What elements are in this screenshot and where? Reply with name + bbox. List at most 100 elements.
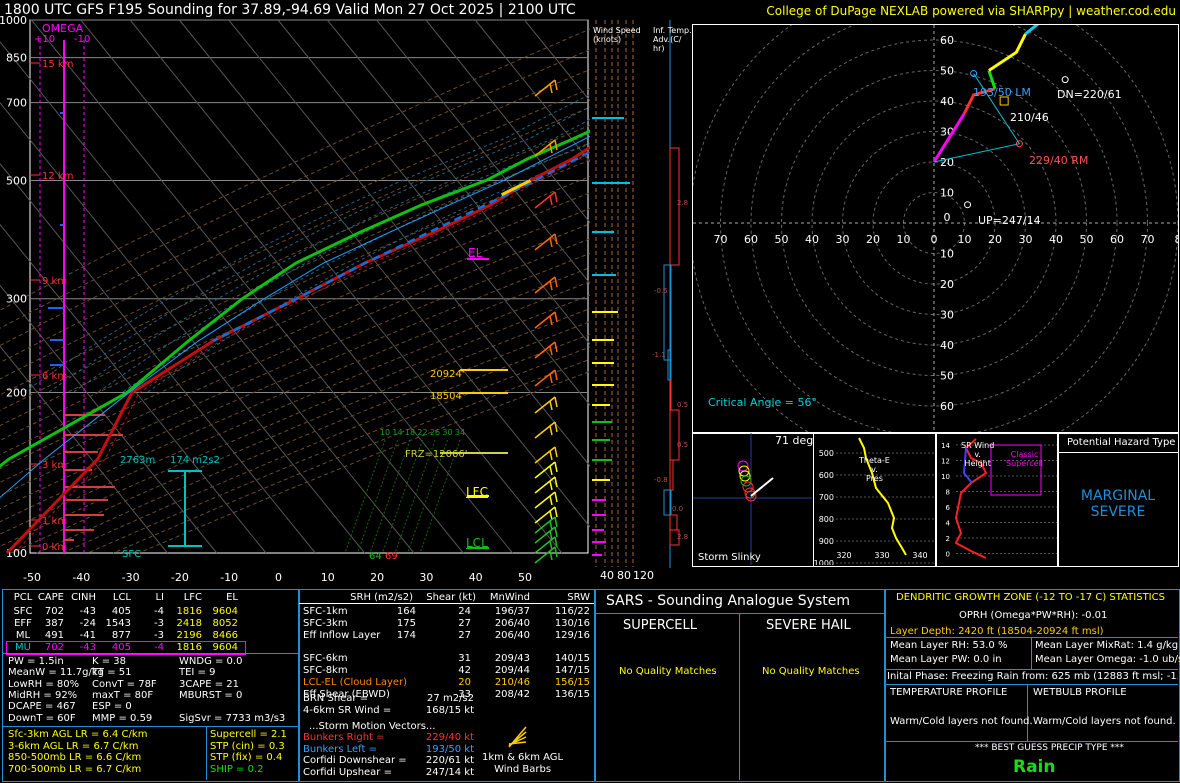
kin-cell: 156/15 xyxy=(554,676,590,688)
srw-ytick-6: 2 xyxy=(946,535,950,543)
hodo-ring-80 xyxy=(693,25,1178,432)
theta-ytick-3: 800 xyxy=(819,515,834,524)
isotherm xyxy=(474,19,590,163)
wind-barb-flag xyxy=(554,421,558,433)
hodo-ytick-8: 20 xyxy=(940,278,954,291)
wind-speed-title: Wind Speed (knots) xyxy=(593,26,641,44)
index-divider xyxy=(3,726,298,727)
wind-barb-flag xyxy=(554,446,558,458)
dgz-depth: Layer Depth: 2420 ft (18504-20924 ft msl… xyxy=(890,626,1104,637)
dry-adiabat xyxy=(61,333,590,554)
inflow-srh: 174 m2s2 xyxy=(170,455,220,466)
theta-e-chart: 500 600 700 800 900 1000320 330 340 xyxy=(814,437,935,565)
wind-barb-flag xyxy=(549,465,553,476)
theta-ytick-5: 1000 xyxy=(814,559,834,565)
parcel-cell: -41 xyxy=(79,630,96,641)
motion-label: Bunkers Right = xyxy=(303,732,385,743)
kin-cell: 209/44 xyxy=(494,665,530,676)
hodo-xtick-left-6: 10 xyxy=(897,233,911,246)
dry-adiabat xyxy=(0,238,590,497)
hodo-xtick-left-0: 70 xyxy=(714,233,728,246)
wind-barb-shaft xyxy=(534,341,556,359)
kin-cell: 164 xyxy=(396,606,416,617)
mixing-label-18: 18 xyxy=(405,428,415,437)
height-label-3: 6 km xyxy=(42,371,67,382)
wind-barb-flag xyxy=(554,396,558,408)
parcel-cell: 9604 xyxy=(212,642,238,653)
brn-label: BRN Shear = xyxy=(303,693,369,704)
kin-cell: Eff Inflow Layer xyxy=(303,629,381,641)
level-18504: 18504' xyxy=(430,391,465,402)
parcel-cell: 491 xyxy=(44,630,64,641)
isotherm xyxy=(80,19,513,554)
adv-value-1: -0.5 xyxy=(654,287,668,295)
moist-adiabat xyxy=(146,152,590,394)
kin-cell: 206/40 xyxy=(494,617,530,629)
dgz-oprh: OPRH (Omega*PW*RH): -0.01 xyxy=(959,610,1108,621)
parcel-cell: 405 xyxy=(111,642,131,653)
temp-tick--10: -10 xyxy=(220,571,238,584)
wind-barb-shaft xyxy=(534,536,556,554)
dgz-vdivider-1 xyxy=(1031,637,1032,669)
wind-barb-flag xyxy=(554,276,558,288)
srw-ytick-5: 4 xyxy=(946,520,951,528)
theta-ytick-4: 900 xyxy=(819,537,834,546)
sfc-dewpoint: 64 xyxy=(369,551,382,562)
parcel-cell: 8466 xyxy=(212,630,238,641)
mixing-label-30: 30 xyxy=(442,428,452,437)
wind-barb-flag xyxy=(554,516,558,528)
wetbulb-profile-title: WETBULB PROFILE xyxy=(1033,687,1127,698)
srw-ytick-4: 6 xyxy=(946,504,951,512)
lcl-label: LCL xyxy=(466,536,488,550)
kin-cell: 175 xyxy=(396,617,416,629)
left-mover-label: 193/50 LM xyxy=(973,86,1031,99)
adv-value-5: -0.8 xyxy=(654,476,668,484)
sars-hail-result: No Quality Matches xyxy=(762,666,860,677)
downshear-point xyxy=(1061,76,1069,84)
temp-tick--20: -20 xyxy=(171,571,189,584)
theta-ytick-2: 700 xyxy=(819,493,834,502)
adv-value-4: 0.5 xyxy=(677,441,688,449)
mean-wind-label: 210/46 xyxy=(1010,111,1049,124)
hodo-xtick-right-3: 40 xyxy=(1049,233,1063,246)
index-cell: K = 38 xyxy=(92,656,127,667)
dgz-mixr: Mean Layer MixRat: 1.4 g/kg xyxy=(1035,640,1179,651)
barb-label: 1km & 6km AGL Wind Barbs xyxy=(482,752,564,775)
kin-cell: LCL-EL (Cloud Layer) xyxy=(303,676,408,688)
hodo-xtick-right-0: 10 xyxy=(958,233,972,246)
omega-left: +10 xyxy=(34,34,56,45)
virtual-temp xyxy=(13,151,590,554)
skewt-border xyxy=(29,19,589,554)
composite-index: Supercell = 2.1 xyxy=(210,729,287,740)
wind-barb-shaft xyxy=(534,369,556,387)
temp-advection-panel: 2.8 -0.5 -1.1 0.5 0.5 -0.8 0.0 2.8 xyxy=(652,20,688,568)
pressure-tick-500: 500 xyxy=(6,174,27,187)
brn-value: 27 m2/s2 xyxy=(427,693,474,704)
parcel-cell: 405 xyxy=(111,606,131,617)
dry-adiabat xyxy=(138,370,590,554)
barb-legend-icon xyxy=(508,726,527,748)
pressure-tick-700: 700 xyxy=(6,97,27,110)
adv-segment-4 xyxy=(669,409,680,461)
precip-title: *** BEST GUESS PRECIP TYPE *** xyxy=(975,743,1124,753)
right-mover-label: 229/40 RM xyxy=(1029,154,1089,167)
hodo-xtick-left-5: 20 xyxy=(866,233,880,246)
hodo-ytick-0: 60 xyxy=(940,34,954,47)
wind-tick-120: 120 xyxy=(633,569,654,582)
wind-barb-flag xyxy=(549,550,553,561)
hodo-xtick-left-4: 30 xyxy=(836,233,850,246)
dry-adiabat xyxy=(0,267,590,523)
wind-barb-flag xyxy=(554,491,558,503)
wind-barb-shaft xyxy=(534,516,556,534)
isotherm xyxy=(129,19,563,554)
adv-value-0: 2.8 xyxy=(677,199,688,207)
hodo-segment xyxy=(988,33,1027,72)
kin-cell: SFC-3km xyxy=(303,617,348,629)
level-20924: 20924' xyxy=(430,369,465,380)
profile-0 xyxy=(5,145,590,555)
index-cell: MidRH = 92% xyxy=(8,689,78,701)
wind-barb-flag xyxy=(549,540,553,551)
adv-value-2: -1.1 xyxy=(652,351,666,359)
kin-cell: 196/37 xyxy=(494,606,530,617)
temp-tick--30: -30 xyxy=(122,571,140,584)
